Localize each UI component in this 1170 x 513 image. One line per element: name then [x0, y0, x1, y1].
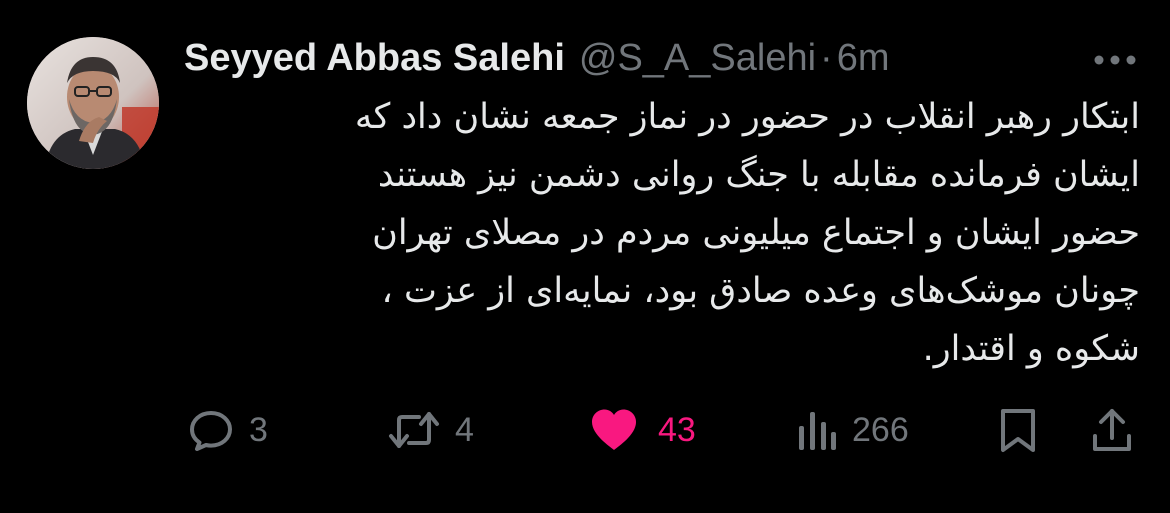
reply-count: 3: [249, 410, 268, 449]
tweet-text-line: چونان موشک‌های وعده صادق بود، نمایه‌ای ا…: [381, 271, 1140, 311]
share-button[interactable]: [1090, 400, 1134, 460]
avatar[interactable]: [27, 37, 159, 169]
bookmark-icon: [1001, 409, 1035, 452]
tweet-text-line: ایشان فرمانده مقابله با جنگ روانی دشمن ن…: [377, 155, 1140, 195]
like-count: 43: [658, 410, 696, 449]
timestamp[interactable]: 6m: [837, 37, 890, 80]
reply-button[interactable]: 3: [187, 400, 268, 460]
user-handle[interactable]: @S_A_Salehi: [579, 37, 816, 80]
tweet-header: Seyyed Abbas Salehi @S_A_Salehi · 6m: [184, 36, 890, 80]
share-icon: [1093, 409, 1131, 451]
heart-icon: [592, 409, 636, 450]
tweet[interactable]: Seyyed Abbas Salehi @S_A_Salehi · 6m ابت…: [0, 0, 1170, 513]
reply-icon: [190, 411, 232, 451]
action-bar: 3 4 43 266: [0, 400, 1170, 460]
more-horizontal-icon[interactable]: [1092, 52, 1138, 66]
tweet-text-line: حضور ایشان و اجتماع میلیونی مردم در مصلا…: [372, 213, 1140, 253]
tweet-text-line: ابتکار رهبر انقلاب در حضور در نماز جمعه …: [354, 97, 1140, 137]
bookmark-button[interactable]: [998, 400, 1038, 460]
repost-icon: [389, 412, 439, 448]
views-button[interactable]: 266: [796, 400, 909, 460]
separator-dot: ·: [820, 36, 833, 79]
tweet-text: ابتکار رهبر انقلاب در حضور در نماز جمعه …: [184, 88, 1140, 378]
views-count: 266: [852, 410, 909, 449]
views-chart-icon: [799, 412, 836, 450]
tweet-text-line: شکوه و اقتدار.: [922, 329, 1140, 369]
repost-count: 4: [455, 410, 474, 449]
repost-button[interactable]: 4: [387, 400, 474, 460]
like-button[interactable]: 43: [590, 400, 696, 460]
display-name[interactable]: Seyyed Abbas Salehi: [184, 37, 565, 80]
